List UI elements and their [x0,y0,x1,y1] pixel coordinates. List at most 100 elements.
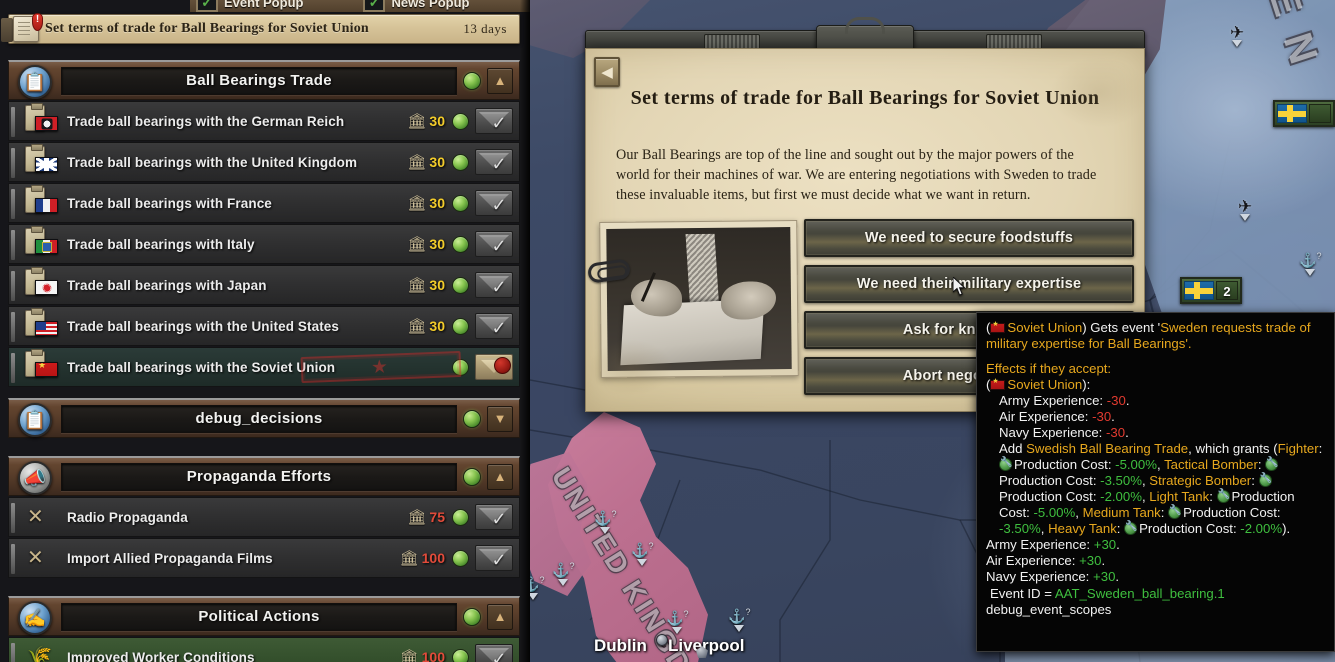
political-power-icon: 🏛 [407,508,427,526]
decision-activate-button[interactable]: ✓ [475,108,513,134]
decision-row-radio-propaganda[interactable]: ✕ Radio Propaganda 🏛 75 ✓ [8,497,520,537]
toggle-event-popup[interactable]: ✓ Event Popup [196,0,303,12]
section-header[interactable]: 📋 Ball Bearings Trade ▲ [8,60,520,100]
effect-label: Navy Experience: [986,569,1090,585]
decision-activate-button[interactable]: ✓ [475,272,513,298]
decisions-sidebar[interactable]: ✓ Event Popup ✓ News Popup ! Set terms o… [0,0,530,662]
decision-row-icon [21,267,67,303]
decision-section-ball-bearings-trade: 📋 Ball Bearings Trade ▲ Trade ball beari… [8,60,520,387]
decision-label: Import Allied Propaganda Films [67,550,273,566]
decision-status-led [452,276,469,294]
effect-label: Navy Experience: [999,425,1103,441]
tooltip-header-text-after: '. [1185,336,1192,352]
event-option-label: We need their military expertise [856,276,1082,292]
cost-value: 75 [429,509,445,525]
event-option-secure-foodstuffs[interactable]: We need to secure foodstuffs [804,219,1134,257]
decision-status-led [452,112,469,130]
decision-row-german-reich[interactable]: Trade ball bearings with the German Reic… [8,101,520,141]
checkbox-checked-icon[interactable]: ✓ [196,0,218,12]
decision-alert-banner[interactable]: ! Set terms of trade for Ball Bearings f… [1,13,520,44]
decision-row-icon [21,185,67,221]
section-title: Propaganda Efforts [186,468,332,485]
unit-counter-sweden[interactable] [1273,100,1335,127]
tooltip-header-text-before: ) Gets event ' [1082,320,1161,335]
tooltip-event-id: Event ID = AAT_Sweden_ball_bearing.1 [986,586,1325,602]
decision-cost: 🏛 30 [407,318,445,334]
france-flag-icon [35,198,58,213]
modifier-unit: Light Tank [1149,489,1210,505]
decision-status-led [452,194,469,212]
decision-row-improved-worker-conditions[interactable]: 🌾 Improved Worker Conditions 🏛 100 ✓ [8,637,520,662]
chevron-up-icon[interactable]: ▲ [487,463,513,490]
tooltip-scope-country: (Soviet Union): [986,377,1325,393]
tooltip-header: (Soviet Union) Gets event 'Sweden reques… [986,320,1325,352]
decision-activate-button[interactable]: ✓ [475,644,513,662]
tooltip-add-modifier: Add Swedish Ball Bearing Trade, which gr… [986,441,1325,537]
political-power-icon: 🏛 [407,276,427,294]
modifier-stat: Production Cost: [1183,505,1281,521]
wheat-icon: 🌾 [27,646,52,662]
political-power-icon: 🏛 [407,235,427,253]
effect-value: -30 [1092,409,1112,425]
chevron-down-icon[interactable]: ▼ [487,405,513,432]
decision-row-italy[interactable]: Trade ball bearings with Italy 🏛 30 ✓ [8,224,520,264]
tooltip-effects-heading: Effects if they accept: [986,361,1112,377]
decision-cost: 🏛 30 [407,195,445,211]
decision-row-import-allied-propaganda-films[interactable]: ✕ Import Allied Propaganda Films 🏛 100 ✓ [8,538,520,578]
section-header[interactable]: ✍ Political Actions ▲ [8,596,520,636]
chevron-up-icon[interactable]: ▲ [487,67,513,94]
banner-clip-icon [1,18,13,42]
chevron-up-icon[interactable]: ▲ [487,603,513,630]
united-kingdom-flag-icon [35,157,58,172]
political-power-icon: 🏛 [407,317,427,335]
modifier-stat: Production Cost: [1139,521,1237,537]
decision-row-france[interactable]: Trade ball bearings with France 🏛 30 ✓ [8,183,520,223]
unit-counter-value [1309,104,1331,123]
event-id-value: AAT_Sweden_ball_bearing.1 [1054,585,1225,601]
decision-row-united-states[interactable]: Trade ball bearings with the United Stat… [8,306,520,346]
checkbox-checked-icon[interactable]: ✓ [363,0,386,12]
decision-cost: 🏛 30 [407,154,445,170]
event-option-label: We need to secure foodstuffs [864,230,1074,246]
tooltip-country-name: Soviet Union [1007,320,1083,335]
tooltip-effect-army-exp-pos: Army Experience: +30. [986,537,1325,553]
decision-activate-button[interactable]: ✓ [475,313,513,339]
modifier-value: -3.50% [999,521,1041,537]
soviet-flag-icon [990,321,1006,333]
decision-row-soviet-union[interactable]: Trade ball bearings with the Soviet Unio… [8,347,520,387]
back-button[interactable]: ◀ [594,57,620,87]
section-title: debug_decisions [195,410,323,427]
toggle-news-popup[interactable]: ✓ News Popup [363,0,469,12]
unit-counter-sweden[interactable]: 2 [1180,277,1242,304]
decision-activate-button[interactable]: ✓ [475,149,513,175]
production-cost-icon [1168,506,1182,520]
active-decision-stamp [300,350,462,384]
decision-activate-button[interactable]: ✓ [475,545,513,571]
decision-row-united-kingdom[interactable]: Trade ball bearings with the United King… [8,142,520,182]
soviet-union-flag-icon [35,362,58,377]
section-header[interactable]: 📋 debug_decisions ▼ [8,398,520,438]
event-id-label: Event ID = [990,585,1052,601]
modifier-stat: Production Cost: [1014,457,1112,473]
decision-row-japan[interactable]: Trade ball bearings with Japan 🏛 30 ✓ [8,265,520,305]
section-header[interactable]: 📣 Propaganda Efforts ▲ [8,456,520,496]
decision-section-political-actions: ✍ Political Actions ▲ 🌾 Improved Worker … [8,596,520,662]
decision-label: Trade ball bearings with Japan [67,277,267,293]
decision-activate-button[interactable]: ✓ [475,504,513,530]
event-option-military-expertise[interactable]: We need their military expertise [804,265,1134,303]
italy-flag-icon [35,239,58,254]
toggle-label: Event Popup [224,0,304,10]
unit-counter-value: 2 [1216,281,1238,300]
decision-status-led [452,153,469,171]
modifier-value: -2.00% [1100,489,1142,505]
modifier-stat: Production Cost: [999,489,1097,505]
decision-activate-button[interactable]: ✓ [475,190,513,216]
effect-value: +30 [1093,537,1117,553]
decision-activate-button[interactable]: ✓ [475,231,513,257]
effect-tooltip: (Soviet Union) Gets event 'Sweden reques… [976,312,1335,652]
modifier-unit: Heavy Tank [1048,521,1117,537]
check-icon: ✓ [491,195,507,215]
cost-value: 30 [429,277,445,293]
modifier-value: -5.00% [1115,457,1157,473]
decision-activate-button[interactable] [475,354,513,380]
